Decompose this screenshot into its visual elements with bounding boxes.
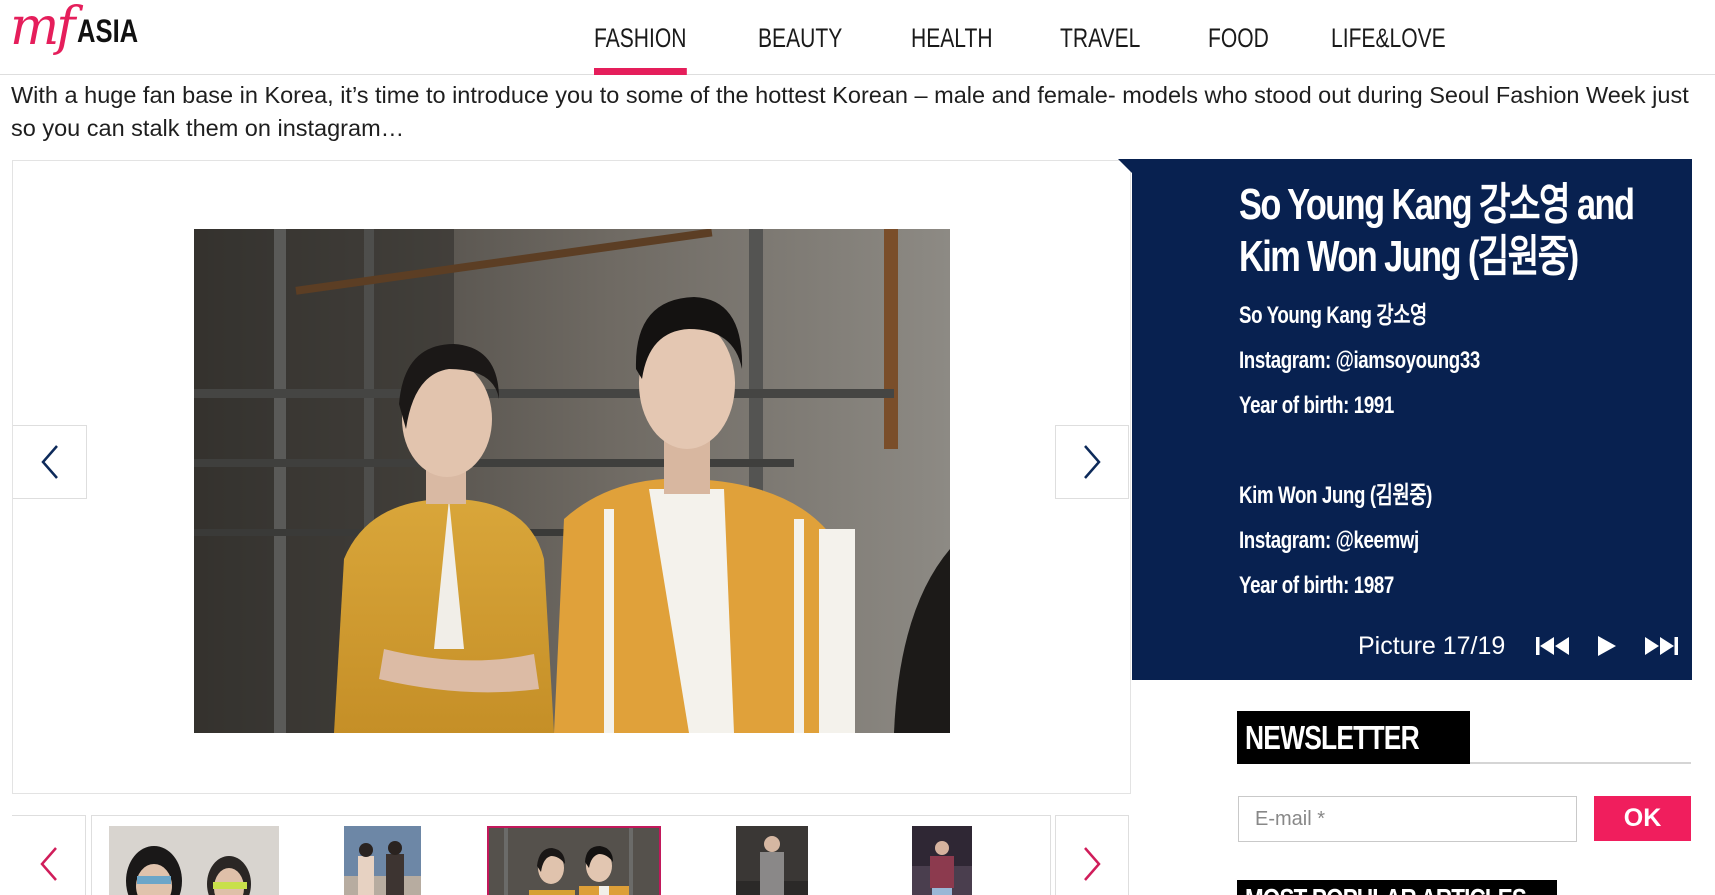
thumbnail-15[interactable] — [109, 826, 279, 895]
gallery-prev-button[interactable] — [13, 425, 87, 499]
nav-item-beauty[interactable]: BEAUTY — [758, 0, 842, 75]
chevron-right-icon — [1084, 445, 1101, 479]
slideshow-controls: Picture 17/19 — [1358, 626, 1683, 666]
person-2-birth-year: Year of birth: 1987 — [1239, 572, 1394, 599]
logo-region: ASIA — [76, 13, 138, 49]
newsletter-ok-button[interactable]: OK — [1594, 796, 1691, 841]
slide-title: So Young Kang 강소영 and Kim Won Jung (김원중) — [1239, 179, 1676, 283]
main-nav: FASHION BEAUTY HEALTH TRAVEL FOOD LIFE&L… — [594, 0, 1523, 75]
thumbnail-strip — [12, 815, 1131, 895]
nav-item-food[interactable]: FOOD — [1208, 0, 1269, 75]
skip-back-icon — [1536, 637, 1570, 655]
picture-counter: Picture 17/19 — [1358, 631, 1506, 660]
models-photo — [194, 229, 950, 733]
nav-item-life-love[interactable]: LIFE&LOVE — [1331, 0, 1446, 75]
nav-item-fashion[interactable]: FASHION — [594, 0, 686, 75]
slide-title-line-1: So Young Kang 강소영 and — [1239, 180, 1635, 229]
person-2-name: Kim Won Jung (김원중) — [1239, 482, 1433, 509]
first-picture-button[interactable] — [1531, 631, 1575, 661]
chevron-right-icon — [1084, 847, 1101, 881]
thumbnail-track — [91, 815, 1051, 895]
slide-info-panel: So Young Kang 강소영 and Kim Won Jung (김원중)… — [1118, 159, 1692, 680]
thumbnail-17[interactable] — [487, 826, 661, 895]
site-logo[interactable]: mf ASIA — [10, 0, 153, 57]
most-popular-title: MOST POPULAR ARTICLES — [1245, 880, 1527, 895]
person-1-birth-year: Year of birth: 1991 — [1239, 392, 1394, 419]
thumbnails-next-button[interactable] — [1055, 815, 1129, 895]
site-header: mf ASIA FASHION BEAUTY HEALTH TRAVEL FOO… — [0, 0, 1715, 75]
thumbnail-19[interactable] — [912, 826, 972, 895]
chevron-left-icon — [40, 445, 58, 479]
person-1-name: So Young Kang 강소영 — [1239, 302, 1427, 329]
gallery-photo[interactable] — [194, 229, 950, 733]
gallery-next-button[interactable] — [1055, 425, 1129, 499]
nav-item-travel[interactable]: TRAVEL — [1060, 0, 1140, 75]
play-button[interactable] — [1585, 631, 1629, 661]
person-2-instagram: Instagram: @keemwj — [1239, 527, 1419, 554]
last-picture-button[interactable] — [1639, 631, 1683, 661]
most-popular-header: MOST POPULAR ARTICLES — [1237, 880, 1557, 895]
newsletter-title-text: NEWSLETTER — [1245, 719, 1420, 756]
thumbnail-18[interactable] — [736, 826, 808, 895]
nav-item-health[interactable]: HEALTH — [911, 0, 993, 75]
thumbnails-prev-button[interactable] — [12, 815, 86, 895]
chevron-left-icon — [39, 847, 57, 881]
person-1-instagram: Instagram: @iamsoyoung33 — [1239, 347, 1480, 374]
photo-gallery — [12, 160, 1131, 794]
newsletter-header: NEWSLETTER — [1237, 711, 1691, 764]
play-icon — [1598, 636, 1617, 656]
logo-mf: mf — [10, 0, 76, 57]
skip-forward-icon — [1645, 637, 1679, 655]
slide-title-line-2: Kim Won Jung (김원중) — [1239, 232, 1579, 281]
newsletter-email-input[interactable] — [1238, 796, 1577, 842]
article-intro: With a huge fan base in Korea, it’s time… — [11, 82, 1689, 141]
newsletter-title: NEWSLETTER — [1237, 711, 1471, 764]
thumbnail-16[interactable] — [344, 826, 421, 895]
